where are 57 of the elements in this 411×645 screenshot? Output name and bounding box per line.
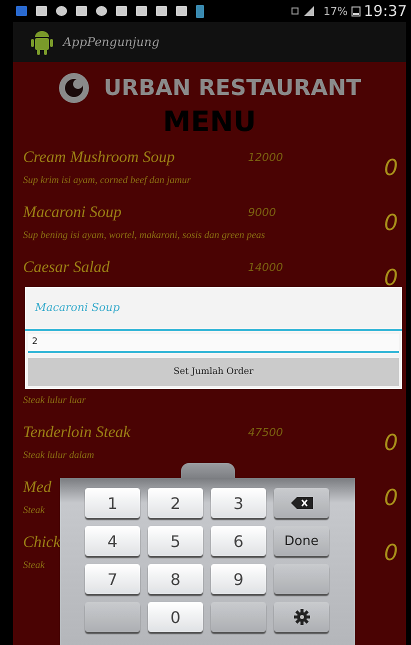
backspace-key[interactable]: [274, 488, 329, 518]
battery-level: 17%: [323, 4, 348, 18]
dish-name: Macaroni Soup: [23, 204, 122, 221]
dish-name: Cream Mushroom Soup: [23, 149, 175, 166]
done-key[interactable]: Done: [274, 526, 329, 556]
number-key[interactable]: 3: [211, 488, 266, 518]
settings-key[interactable]: [274, 602, 329, 632]
order-quantity[interactable]: 0: [384, 486, 398, 511]
dish-description: Steak: [23, 560, 45, 571]
notification-icon: [156, 6, 167, 16]
number-key[interactable]: 5: [148, 526, 203, 556]
dish-price: 47500: [248, 426, 283, 438]
robot-icon: [31, 29, 53, 55]
menu-title: MENU: [162, 104, 258, 140]
dish-price: 14000: [248, 260, 283, 274]
number-key[interactable]: 2: [148, 488, 203, 518]
dish-description: Steak lulur luar: [23, 395, 86, 406]
dish-name: Chick: [23, 534, 60, 551]
logo-icon: [58, 72, 90, 104]
order-quantity[interactable]: 0: [384, 211, 398, 236]
battery-icon: [350, 5, 361, 17]
notification-icon: [76, 6, 87, 16]
restaurant-name: URBAN RESTAURANT: [104, 76, 362, 100]
dish-name: Med: [23, 479, 52, 496]
order-quantity[interactable]: 0: [384, 156, 398, 181]
number-key[interactable]: 1: [85, 488, 140, 518]
dialog-title: Macaroni Soup: [25, 287, 402, 331]
notification-icon: [96, 6, 107, 16]
phone-icon: [196, 4, 204, 18]
keyboard-handle[interactable]: [180, 463, 234, 478]
clock: 19:37: [364, 2, 407, 20]
dish-description: Sup bening isi ayam, wortel, makaroni, sosis dan green peas: [23, 230, 266, 241]
backspace-icon: [290, 497, 312, 509]
order-quantity[interactable]: 0: [384, 541, 398, 566]
set-order-button[interactable]: Set Jumlah Order: [28, 358, 399, 386]
number-key[interactable]: 6: [211, 526, 266, 556]
notification-icon: [176, 6, 187, 16]
dish-description: Steak lulur dalam: [23, 450, 94, 461]
number-key[interactable]: 9: [211, 564, 266, 594]
number-key[interactable]: 4: [85, 526, 140, 556]
number-key[interactable]: 7: [85, 564, 140, 594]
quantity-input[interactable]: 2: [28, 334, 399, 353]
dish-price: 9000: [248, 206, 276, 218]
number-key[interactable]: 0: [148, 602, 203, 632]
app-title: AppPengunjung: [63, 35, 160, 49]
dish-name: Tenderloin Steak: [23, 424, 130, 441]
notification-icon: [16, 6, 27, 16]
notification-icon: [116, 6, 127, 16]
notification-icon: [36, 6, 47, 16]
notification-icon: [56, 6, 67, 16]
dish-description: Steak: [23, 505, 45, 516]
dish-name: Caesar Salad: [23, 259, 110, 276]
settings-icon: [294, 609, 310, 625]
dish-description: Sup krim isi ayam, corned beef dan jamur: [23, 175, 191, 186]
dish-price: 12000: [248, 150, 283, 164]
order-quantity[interactable]: 0: [384, 431, 398, 456]
number-key[interactable]: 8: [148, 564, 203, 594]
